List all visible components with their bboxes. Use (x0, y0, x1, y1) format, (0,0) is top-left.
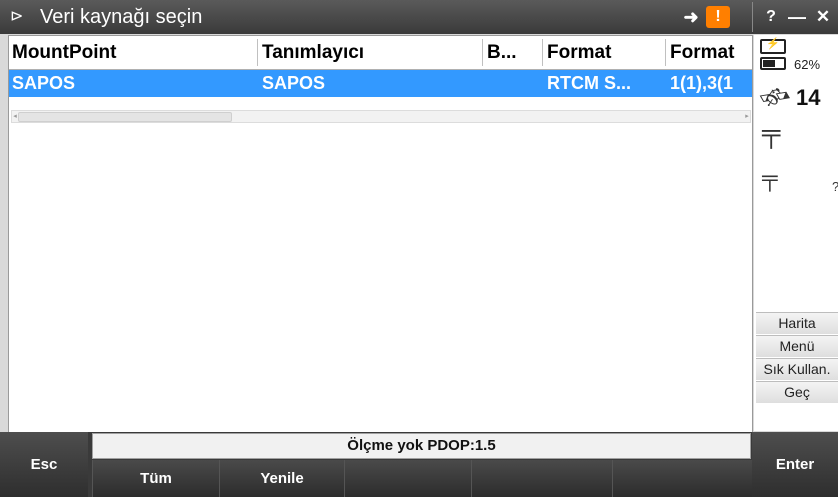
mountpoint-table: MountPoint Tanımlayıcı B... Format Forma… (8, 35, 753, 433)
receiver-tripod-icon[interactable]: ╤ (762, 117, 780, 148)
esc-button[interactable]: Esc (0, 432, 88, 497)
switch-button[interactable]: Geç (756, 381, 838, 403)
cell-identifier: SAPOS (262, 73, 326, 93)
satellite-icon[interactable]: 🛰 (755, 77, 796, 117)
horizontal-scrollbar[interactable]: ◂ ▸ (11, 110, 751, 123)
title-bar: ⊳ Veri kaynağı seçin ➜ ! ? — ✕ (0, 0, 838, 34)
all-button[interactable]: Tüm (92, 460, 219, 497)
column-divider[interactable] (482, 39, 483, 66)
column-divider[interactable] (665, 39, 666, 66)
menu-button[interactable]: Menü (756, 335, 838, 357)
titlebar-divider (752, 2, 753, 32)
satellite-dish-icon: ⊳ (10, 8, 24, 25)
battery-icon[interactable] (760, 57, 786, 70)
cell-b (484, 70, 542, 97)
status-panel: 62% 🛰 14 ╤ ╤ ? Harita Menü Sık Kullan. G… (754, 35, 838, 431)
base-status-value: ? (832, 179, 838, 194)
scrollbar-thumb[interactable] (18, 112, 232, 122)
window-title: Veri kaynağı seçin (40, 6, 203, 28)
softkey-empty-3[interactable] (344, 460, 471, 497)
column-divider[interactable] (542, 39, 543, 66)
column-header-b[interactable]: B... (484, 36, 542, 69)
map-button[interactable]: Harita (756, 312, 838, 334)
column-divider[interactable] (257, 39, 258, 66)
enter-button[interactable]: Enter (752, 432, 838, 497)
column-header-identifier[interactable]: Tanımlayıcı (259, 36, 482, 69)
close-button[interactable]: ✕ (812, 6, 834, 28)
charging-battery-icon[interactable] (760, 37, 786, 54)
favorites-button[interactable]: Sık Kullan. (756, 358, 838, 380)
sync-arrow-icon[interactable]: ➜ (678, 6, 704, 28)
table-row[interactable]: SAPOS SAPOS RTCM S... 1(1),3(1 (9, 70, 752, 97)
help-button[interactable]: ? (760, 6, 782, 28)
table-header: MountPoint Tanımlayıcı B... Format Forma… (9, 36, 752, 70)
cell-format-2: 1(1),3(1 (670, 73, 734, 93)
warning-icon[interactable]: ! (706, 6, 730, 28)
column-header-format-2[interactable]: Format (667, 36, 752, 69)
battery-percent: 62% (794, 57, 821, 72)
cell-mountpoint: SAPOS (12, 73, 76, 93)
minimize-button[interactable]: — (786, 6, 808, 28)
scroll-right-icon[interactable]: ▸ (744, 111, 750, 122)
satellite-count: 14 (796, 85, 821, 110)
column-header-mountpoint[interactable]: MountPoint (9, 36, 257, 69)
cell-format: RTCM S... (547, 73, 631, 93)
refresh-button[interactable]: Yenile (219, 460, 344, 497)
column-header-format[interactable]: Format (544, 36, 665, 69)
softkey-empty-5[interactable] (612, 460, 752, 497)
softkey-empty-4[interactable] (471, 460, 612, 497)
base-tripod-icon[interactable]: ╤ (762, 165, 778, 191)
status-line: Ölçme yok PDOP:1.5 (92, 433, 751, 459)
